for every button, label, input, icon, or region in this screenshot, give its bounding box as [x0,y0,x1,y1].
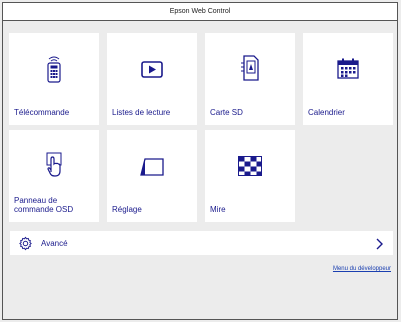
tile-label: Panneau de commande OSD [14,196,74,214]
tile-label: Carte SD [210,108,243,117]
gear-icon [18,236,33,256]
tile-remote[interactable]: Télécommande [9,33,99,125]
touch-hand-icon [9,152,99,178]
tile-playlists[interactable]: Listes de lecture [107,33,197,125]
play-icon [107,55,197,81]
tile-label: Calendrier [308,108,345,117]
tile-calendar[interactable]: Calendrier [303,33,393,125]
tile-osd-panel[interactable]: Panneau de commande OSD [9,130,99,222]
tile-label: Mire [210,205,226,214]
calendar-icon [303,55,393,81]
test-pattern-icon [205,152,295,178]
advanced-label: Avancé [41,239,68,248]
keystone-icon [107,152,197,178]
developer-menu-link[interactable]: Menu du développeur [333,266,391,272]
tile-label: Réglage [112,205,142,214]
tile-label: Listes de lecture [112,108,171,117]
chevron-right-icon [375,237,383,255]
advanced-row[interactable]: Avancé [10,231,393,255]
title-bar: Epson Web Control [3,3,397,21]
tile-test-pattern[interactable]: Mire [205,130,295,222]
tile-label: Télécommande [14,108,70,117]
tile-sd-card[interactable]: Carte SD [205,33,295,125]
sd-card-icon [205,55,295,81]
app-frame: Epson Web Control Télécommande Listes de… [2,2,398,320]
tile-adjustment[interactable]: Réglage [107,130,197,222]
remote-icon [9,55,99,83]
